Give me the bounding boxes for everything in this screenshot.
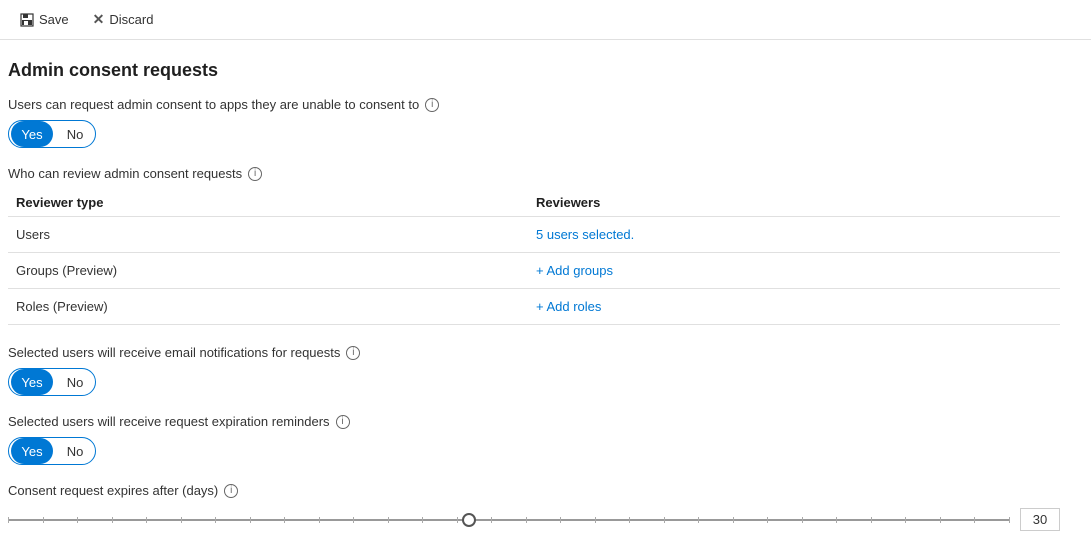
add-roles-link[interactable]: + Add roles — [536, 299, 601, 314]
expiration-reminders-label: Selected users will receive request expi… — [8, 414, 1060, 429]
expiration-reminders-no[interactable]: No — [55, 438, 95, 464]
users-request-no[interactable]: No — [55, 121, 95, 147]
reviewer-type-roles: Roles (Preview) — [8, 289, 528, 325]
page-title: Admin consent requests — [8, 60, 1060, 81]
save-button[interactable]: Save — [16, 10, 73, 29]
table-row: Roles (Preview) + Add roles — [8, 289, 1060, 325]
reviewers-roles: + Add roles — [528, 289, 1060, 325]
users-request-info-icon[interactable]: i — [425, 98, 439, 112]
add-groups-link[interactable]: + Add groups — [536, 263, 613, 278]
slider-value: 30 — [1020, 508, 1060, 531]
reviewers-groups: + Add groups — [528, 253, 1060, 289]
save-icon — [20, 13, 34, 27]
email-notifications-label: Selected users will receive email notifi… — [8, 345, 1060, 360]
col-reviewer-type: Reviewer type — [8, 189, 528, 217]
email-notifications-no[interactable]: No — [55, 369, 95, 395]
reviewer-type-users: Users — [8, 217, 528, 253]
table-header-row: Reviewer type Reviewers — [8, 189, 1060, 217]
consent-expires-section: Consent request expires after (days) i — [8, 483, 1060, 531]
who-can-review-label: Who can review admin consent requests i — [8, 166, 1060, 181]
slider-container: 30 — [8, 508, 1060, 531]
discard-label: Discard — [109, 12, 153, 27]
email-notifications-toggle[interactable]: Yes No — [8, 368, 96, 396]
table-row: Groups (Preview) + Add groups — [8, 253, 1060, 289]
expiration-reminders-toggle[interactable]: Yes No — [8, 437, 96, 465]
toolbar: Save ✕ Discard — [0, 0, 1091, 40]
email-notifications-info-icon[interactable]: i — [346, 346, 360, 360]
main-content: Admin consent requests Users can request… — [0, 40, 1080, 551]
table-row: Users 5 users selected. — [8, 217, 1060, 253]
expires-after-label: Consent request expires after (days) i — [8, 483, 1060, 498]
users-selected-link[interactable]: 5 users selected. — [536, 227, 634, 242]
col-reviewers: Reviewers — [528, 189, 1060, 217]
discard-button[interactable]: ✕ Discard — [89, 9, 158, 30]
reviewer-type-groups: Groups (Preview) — [8, 253, 528, 289]
expiration-reminders-yes[interactable]: Yes — [11, 438, 53, 464]
slider-track-wrapper — [8, 510, 1010, 530]
save-label: Save — [39, 12, 69, 27]
expiration-reminders-info-icon[interactable]: i — [336, 415, 350, 429]
users-request-yes[interactable]: Yes — [11, 121, 53, 147]
slider-thumb[interactable] — [462, 513, 476, 527]
slider-track — [8, 519, 1010, 521]
users-request-toggle[interactable]: Yes No — [8, 120, 96, 148]
email-notifications-yes[interactable]: Yes — [11, 369, 53, 395]
expires-after-info-icon[interactable]: i — [224, 484, 238, 498]
who-can-review-info-icon[interactable]: i — [248, 167, 262, 181]
reviewer-table: Reviewer type Reviewers Users 5 users se… — [8, 189, 1060, 325]
reviewers-users: 5 users selected. — [528, 217, 1060, 253]
x-icon: ✕ — [93, 11, 105, 28]
users-can-request-label: Users can request admin consent to apps … — [8, 97, 1060, 112]
